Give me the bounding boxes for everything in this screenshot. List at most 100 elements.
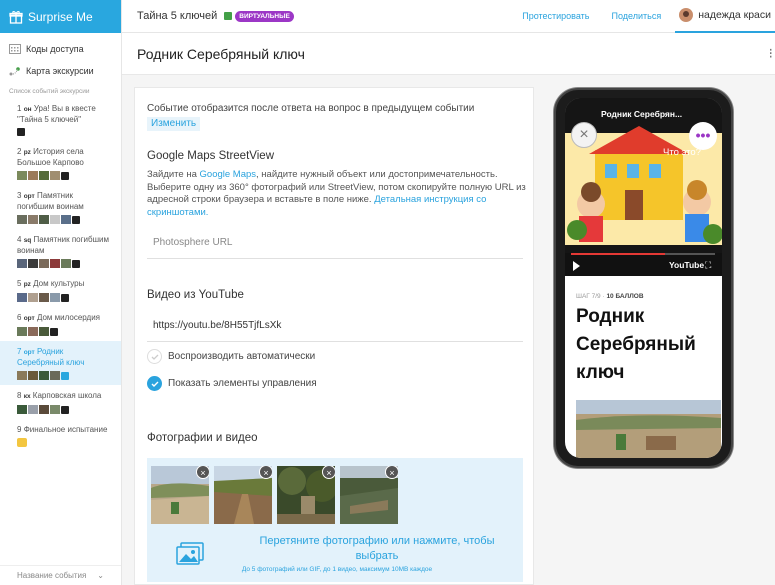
event-code: орт bbox=[23, 349, 35, 356]
event-thumbnails bbox=[17, 259, 112, 268]
video-marker-icon bbox=[61, 171, 69, 180]
close-icon[interactable]: × bbox=[571, 122, 597, 148]
play-icon[interactable] bbox=[573, 261, 580, 271]
event-item-1[interactable]: 1 он Ура! Вы в квесте "Тайна 5 ключей" bbox=[0, 98, 121, 141]
brand-logo[interactable]: Surprise Me bbox=[0, 0, 121, 33]
event-code: орт bbox=[23, 193, 35, 200]
vertical-dots-icon[interactable]: ⁝ bbox=[769, 45, 773, 62]
event-thumbnails bbox=[17, 128, 112, 136]
avatar bbox=[679, 8, 694, 22]
photosphere-url-input[interactable]: Photosphere URL bbox=[147, 237, 523, 259]
event-title: Памятник погибшим воинам bbox=[17, 235, 109, 255]
event-number: 6 bbox=[17, 313, 22, 322]
event-code: кх bbox=[23, 393, 31, 400]
media-dropzone[interactable]: × × × × Перетяните фотографию или нажмит… bbox=[147, 458, 523, 582]
event-thumbnails bbox=[17, 327, 112, 336]
visibility-notice: Событие отобразится после ответа на вопр… bbox=[147, 102, 527, 131]
video-marker-icon bbox=[72, 259, 80, 268]
remove-photo-icon[interactable]: × bbox=[385, 466, 398, 479]
video-marker-icon bbox=[61, 293, 69, 302]
youtube-logo[interactable]: YouTube bbox=[669, 260, 704, 270]
video-player[interactable]: Родник Серебрян... × ••• Что это? YouTub… bbox=[565, 98, 722, 276]
event-item-8[interactable]: 8 кх Карповская школа bbox=[0, 385, 121, 419]
controls-checkbox[interactable] bbox=[147, 376, 162, 391]
photo-image bbox=[576, 400, 721, 458]
test-link[interactable]: Протестировать bbox=[522, 11, 589, 21]
event-settings-card: Событие отобразится после ответа на вопр… bbox=[134, 87, 534, 585]
status-check-icon bbox=[224, 12, 233, 20]
picture-upload-icon bbox=[176, 542, 204, 565]
photo-thumbnail[interactable]: × bbox=[151, 466, 209, 524]
video-progress-bar[interactable] bbox=[571, 253, 715, 255]
event-thumbnails bbox=[17, 405, 112, 414]
remove-photo-icon[interactable]: × bbox=[322, 466, 335, 479]
keypad-icon bbox=[9, 44, 21, 54]
gift-icon bbox=[9, 10, 23, 24]
change-link[interactable]: Изменить bbox=[147, 117, 201, 131]
check-icon bbox=[151, 381, 158, 387]
video-title: Родник Серебрян... bbox=[601, 109, 683, 119]
event-code: орт bbox=[23, 315, 35, 322]
event-item-3[interactable]: 3 орт Памятник погибшим воинам bbox=[0, 185, 121, 229]
step-info: ШАГ 7/9 · 10 БАЛЛОВ bbox=[576, 293, 644, 300]
event-item-6[interactable]: 6 орт Дом милосердия bbox=[0, 307, 121, 341]
sidebar-link-tour-map[interactable]: Карта экскурсии bbox=[0, 60, 121, 82]
event-title: Финальное испытание bbox=[23, 425, 108, 434]
video-marker-icon bbox=[72, 215, 80, 224]
event-item-2[interactable]: 2 рz История села Большое Карпово bbox=[0, 141, 121, 185]
autoplay-option[interactable]: Воспроизводить автоматически bbox=[147, 349, 315, 364]
event-title: Дом культуры bbox=[33, 279, 85, 288]
fullscreen-icon[interactable]: ⛶ bbox=[705, 260, 711, 271]
more-dots-icon[interactable]: ••• bbox=[689, 122, 717, 150]
remove-photo-icon[interactable]: × bbox=[259, 466, 272, 479]
page-header: Родник Серебряный ключ ⁝ bbox=[122, 33, 775, 75]
streetview-heading: Google Maps StreetView bbox=[147, 150, 274, 162]
event-number: 9 bbox=[17, 425, 22, 434]
google-maps-link[interactable]: Google Maps bbox=[200, 169, 257, 180]
event-title: Карповская школа bbox=[32, 391, 102, 400]
video-thumbnail bbox=[565, 98, 722, 253]
controls-option[interactable]: Показать элементы управления bbox=[147, 376, 317, 391]
share-link[interactable]: Поделиться bbox=[612, 11, 662, 21]
keys-icon bbox=[17, 438, 27, 447]
event-code: sq bbox=[23, 237, 32, 244]
user-name: надежда краси bbox=[698, 9, 771, 21]
dropzone-text: Перетяните фотографию или нажмите, чтобы… bbox=[259, 535, 495, 562]
main-area: Родник Серебряный ключ ⁝ Событие отобраз… bbox=[122, 33, 775, 585]
event-thumbnails bbox=[17, 371, 112, 380]
media-heading: Фотографии и видео bbox=[147, 432, 258, 444]
sidebar-link-label: Карта экскурсии bbox=[26, 66, 94, 76]
step-label: ШАГ 7/9 bbox=[576, 293, 601, 300]
photo-thumbnail[interactable]: × bbox=[277, 466, 335, 524]
preview-photo bbox=[576, 400, 721, 458]
video-marker-icon bbox=[17, 128, 25, 136]
event-code: рz bbox=[23, 149, 31, 156]
autoplay-checkbox[interactable] bbox=[147, 349, 162, 364]
description-text: Зайдите на bbox=[147, 169, 200, 180]
remove-photo-icon[interactable]: × bbox=[196, 466, 209, 479]
top-bar: Тайна 5 ключей ВИРТУАЛЬНЫЕ Протестироват… bbox=[122, 0, 775, 33]
map-route-icon bbox=[9, 67, 20, 76]
event-name-selector[interactable]: Название события ⌄ bbox=[0, 565, 121, 585]
event-number: 7 bbox=[17, 347, 22, 356]
youtube-url-input[interactable]: https://youtu.be/8H55TjfLsXk bbox=[147, 320, 523, 342]
video-marker-icon bbox=[61, 371, 69, 380]
event-number: 1 bbox=[17, 104, 22, 113]
video-marker-icon bbox=[61, 405, 69, 414]
event-thumbnails bbox=[17, 171, 112, 180]
user-menu[interactable]: надежда краси bbox=[675, 0, 775, 33]
video-caption: Что это? bbox=[663, 147, 701, 158]
event-number: 2 bbox=[17, 147, 22, 156]
photo-thumbnail[interactable]: × bbox=[340, 466, 398, 524]
event-item-5[interactable]: 5 рz Дом культуры bbox=[0, 273, 121, 307]
event-item-9[interactable]: 9 Финальное испытание bbox=[0, 419, 121, 452]
quest-title: Тайна 5 ключей bbox=[137, 10, 218, 22]
event-item-4[interactable]: 4 sq Памятник погибшим воинам bbox=[0, 229, 121, 273]
event-number: 5 bbox=[17, 279, 22, 288]
autoplay-label: Воспроизводить автоматически bbox=[168, 351, 316, 362]
event-number: 4 bbox=[17, 235, 22, 244]
photo-thumbnail[interactable]: × bbox=[214, 466, 272, 524]
sidebar-link-access-codes[interactable]: Коды доступа bbox=[0, 38, 121, 60]
event-item-7[interactable]: 7 орт Родник Серебряный ключ bbox=[0, 341, 121, 385]
event-title: Дом милосердия bbox=[36, 313, 101, 322]
